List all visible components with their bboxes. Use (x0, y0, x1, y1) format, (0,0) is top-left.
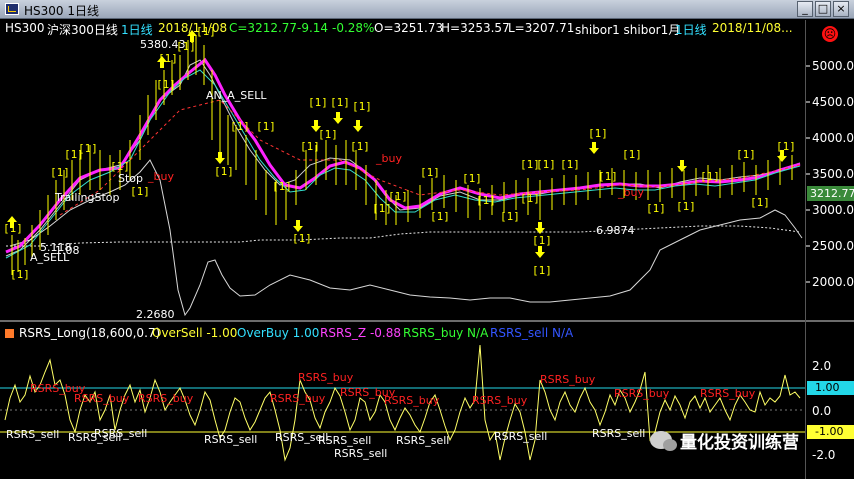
rsrs-buy-label-7: RSRS_buy (384, 394, 440, 407)
buy-signal-label: _buy (375, 152, 402, 165)
svg-text:[1]: [1] (272, 180, 292, 193)
a-sell-label: A_SELL (30, 251, 70, 264)
svg-text:[1]: [1] (420, 166, 440, 179)
svg-text:[1]: [1] (300, 140, 320, 153)
svg-text:[1]: [1] (3, 222, 23, 235)
svg-text:[1]: [1] (598, 170, 618, 183)
svg-text:[1]: [1] (230, 120, 250, 133)
svg-text:[1]: [1] (588, 127, 608, 140)
price-axis-label-4000: 4000.00 (812, 131, 854, 145)
svg-text:[1]: [1] (158, 52, 178, 65)
indicator-axis-0: 0.0 (812, 404, 832, 418)
indicator-name: RSRS_Long(18,600,0.7) (19, 326, 161, 340)
rsrs-buy-label-11: RSRS_buy (700, 387, 756, 400)
rsrs-buy-label-5: RSRS_buy (298, 371, 354, 384)
svg-text:[1]: [1] (352, 100, 372, 113)
svg-text:[1]: [1] (292, 232, 312, 245)
svg-text:[1]: [1] (646, 202, 666, 215)
price-axis-label-3500: 3500.00 (812, 167, 854, 181)
an-a-sell-label: AN_A_SELL (206, 89, 267, 102)
rsrs-buy-label-2: RSRS_buy (74, 392, 130, 405)
watermark-text: 量化投资训练营 (680, 433, 799, 453)
indicator-info-bar: RSRS_Long(18,600,0.7) OverSell -1.00 Ove… (0, 326, 820, 342)
rsrs-buy-label-10: RSRS_buy (614, 387, 670, 400)
buy-signal-label-3: _buy (617, 186, 644, 199)
overbuy-tag: 1.00 (807, 381, 854, 395)
svg-text:[1]: [1] (776, 140, 796, 153)
svg-text:[1]: [1] (750, 196, 770, 209)
rsrs-sell-label-6: RSRS_sell (318, 434, 371, 447)
svg-text:[1]: [1] (78, 142, 98, 155)
svg-text:[1]: [1] (500, 210, 520, 223)
stop-label: Stop (118, 172, 143, 185)
price-axis-label-2500: 2500.00 (812, 239, 854, 253)
panel-divider[interactable] (0, 320, 854, 322)
svg-text:[1]: [1] (256, 120, 276, 133)
price-axis-label-2000: 2000.00 (812, 275, 854, 289)
svg-text:[1]: [1] (308, 96, 328, 109)
rsrs-buy-label-3: RSRS_buy (138, 392, 194, 405)
svg-text:[1]: [1] (130, 185, 150, 198)
svg-text:[1]: [1] (736, 148, 756, 161)
svg-text:[1]: [1] (330, 96, 350, 109)
last-price-tag: 3212.77 (807, 186, 854, 201)
svg-text:[1]: [1] (430, 210, 450, 223)
svg-text:[1]: [1] (532, 264, 552, 277)
rsrs-sell-label-8: RSRS_sell (396, 434, 449, 447)
svg-text:[1]: [1] (50, 166, 70, 179)
svg-text:[1]: [1] (10, 268, 30, 281)
rsrs-sell-label-4: RSRS_sell (204, 433, 257, 446)
svg-text:[1]: [1] (388, 190, 408, 203)
indicator-sell: RSRS_sell N/A (490, 326, 574, 340)
rsrs-sell-label-10: RSRS_sell (592, 427, 645, 440)
indicator-color-square[interactable] (5, 329, 14, 338)
indicator-buy: RSRS_buy N/A (403, 326, 489, 340)
rsrs-buy-label-4: RSRS_buy (270, 392, 326, 405)
indicator-axis-2: 2.0 (812, 359, 832, 373)
svg-text:[1]: [1] (196, 25, 216, 38)
shibor-value-label: 6.9874 (596, 224, 635, 237)
rsrs-sell-label-7: RSRS_sell (334, 447, 387, 460)
rsrs-buy-label-8: RSRS_buy (472, 394, 528, 407)
rsrs-sell-label-3: RSRS_sell (94, 427, 147, 440)
indicator-overbuy: OverBuy 1.00 (237, 326, 320, 340)
rsrs-buy-label-9: RSRS_buy (540, 373, 596, 386)
svg-text:[1]: [1] (520, 158, 540, 171)
svg-text:[1]: [1] (318, 128, 338, 141)
svg-text:[1]: [1] (372, 202, 392, 215)
svg-text:[1]: [1] (676, 200, 696, 213)
trailing-stop-label: TrailingStop (54, 191, 120, 204)
svg-text:[1]: [1] (350, 140, 370, 153)
svg-text:[1]: [1] (214, 165, 234, 178)
chart-window: HS300 1日线 _ □ × HS300 沪深300日线 1日线 2018/1… (0, 0, 854, 479)
buy-signal-label-2: _buy (147, 170, 174, 183)
price-axis-label-4500: 4500.00 (812, 95, 854, 109)
svg-text:[1]: [1] (700, 170, 720, 183)
oversell-tag: -1.00 (807, 425, 854, 439)
svg-text:[1]: [1] (622, 148, 642, 161)
rsrs-sell-label-1: RSRS_sell (6, 428, 59, 441)
price-chart-canvas: [1][1] [1][1] [1][1] [1][1] [1][1] [1][1… (0, 25, 810, 462)
svg-text:[1]: [1] (462, 172, 482, 185)
svg-text:[1]: [1] (476, 194, 496, 207)
axis-divider (805, 20, 806, 479)
indicator-axis-minus2: -2.0 (812, 448, 836, 462)
wechat-icon (650, 431, 677, 451)
high-label: 5380.43 (140, 38, 186, 51)
svg-text:[1]: [1] (520, 192, 540, 205)
indicator-z: RSRS_Z -0.88 (320, 326, 401, 340)
svg-text:[1]: [1] (532, 234, 552, 247)
indicator-oversell: OverSell -1.00 (152, 326, 238, 340)
price-axis-label-5000: 5000.00 (812, 59, 854, 73)
svg-text:[1]: [1] (560, 158, 580, 171)
svg-text:[1]: [1] (156, 78, 176, 91)
price-axis-label-3000: 3000.00 (812, 203, 854, 217)
rsrs-sell-label-9: RSRS_sell (494, 430, 547, 443)
